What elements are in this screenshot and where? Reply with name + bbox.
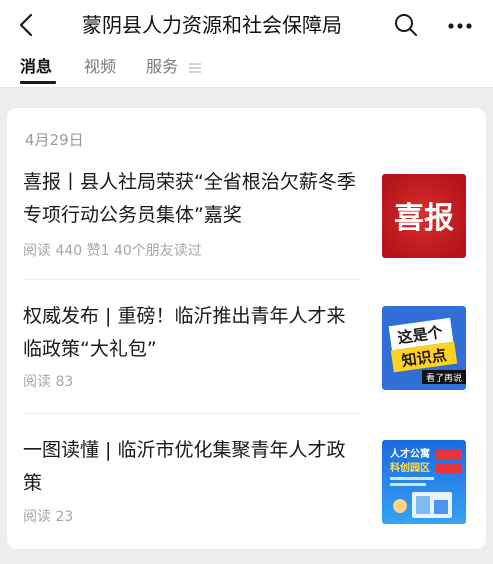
divider — [23, 279, 361, 280]
more-options-icon[interactable] — [445, 14, 475, 38]
page-title: 蒙阴县人力资源和社会保障局 — [82, 13, 342, 37]
article-item[interactable]: 一图读懂 | 临沂市优化集聚青年人才政策 阅读 23 人才公寓 科创园区 — [7, 434, 486, 564]
article-thumbnail: 人才公寓 科创园区 — [382, 440, 466, 524]
active-tab-indicator — [20, 81, 56, 84]
thumbnail-text: 看了再说 — [426, 372, 462, 384]
article-meta: 阅读 83 — [23, 374, 74, 390]
message-date: 4月29日 — [25, 131, 84, 149]
article-meta: 阅读 23 — [23, 509, 74, 525]
article-thumbnail: 喜报 — [382, 174, 466, 258]
search-icon[interactable] — [393, 12, 419, 38]
top-bar: 蒙阴县人力资源和社会保障局 — [0, 0, 493, 52]
thumbnail-text: 喜报 — [394, 201, 454, 236]
tab-bar: 消息 视频 服务 — [0, 52, 493, 88]
article-title: 一图读懂 | 临沂市优化集聚青年人才政策 — [23, 439, 346, 494]
back-arrow-icon[interactable] — [12, 10, 42, 40]
thumbnail-text: 人才公寓 — [390, 447, 430, 460]
menu-icon[interactable] — [188, 61, 202, 75]
tab-messages[interactable]: 消息 — [20, 56, 52, 78]
article-thumbnail: 这是个 知识点 看了再说 — [382, 306, 466, 390]
article-title: 权威发布 | 重磅！临沂推出青年人才来临政策“大礼包” — [23, 305, 346, 360]
message-card: 4月29日 喜报丨县人社局荣获“全省根治欠薪冬季专项行动公务员集体”嘉奖 阅读 … — [7, 108, 486, 549]
tab-videos[interactable]: 视频 — [84, 56, 116, 78]
article-title: 喜报丨县人社局荣获“全省根治欠薪冬季专项行动公务员集体”嘉奖 — [23, 171, 356, 226]
divider — [23, 413, 361, 414]
article-meta: 阅读 440 赞1 40个朋友读过 — [23, 243, 202, 259]
tab-services[interactable]: 服务 — [146, 56, 178, 78]
thumbnail-text: 科创园区 — [390, 461, 430, 474]
